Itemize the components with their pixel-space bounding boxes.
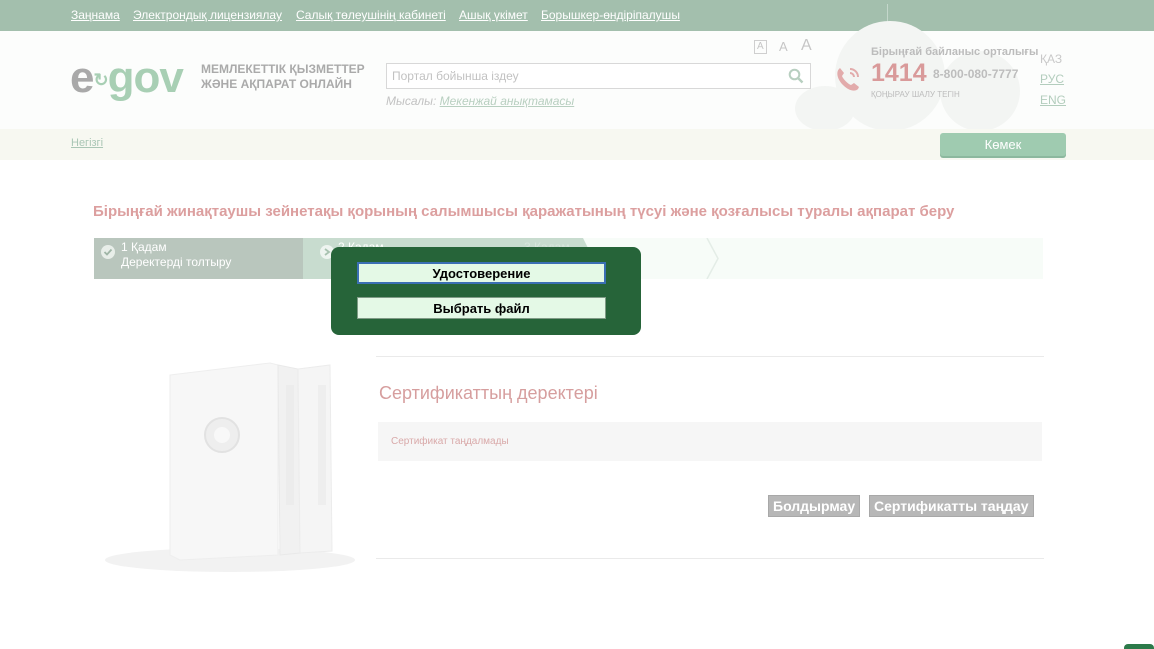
nav-link-open-government[interactable]: Ашық үкімет [459,8,528,22]
phone-short-number[interactable]: 1414 [871,59,927,88]
lang-eng[interactable]: ENG [1040,93,1066,107]
nav-link-e-licensing[interactable]: Электрондық лицензиялау [133,8,282,22]
logo-gov: gov [107,53,184,102]
step-1: 1 Қадам Деректерді толтыру [94,238,303,279]
tagline-line-1: МЕМЛЕКЕТТІК ҚЫЗМЕТТЕР [201,62,365,76]
search-box [386,63,811,89]
lang-rus[interactable]: РУС [1040,72,1064,86]
nav-link-taxpayer-cabinet[interactable]: Салық төлеушінің кабинеті [296,8,446,22]
certificate-data-title: Сертификаттың деректері [379,383,598,403]
breadcrumb-home[interactable]: Негізгі [71,137,103,149]
logo-e: e [70,53,95,102]
tagline-line-2: ЖӘНЕ АҚПАРАТ ОНЛАЙН [201,77,352,91]
folder-illustration [100,355,370,585]
step-chevron-icon [706,237,720,284]
page-title: Бірыңғай жинақтаушы зейнетақы қорының са… [93,203,955,220]
search-example: Мысалы: Мекенжай анықтамасы [386,94,574,108]
help-button[interactable]: Көмек [940,133,1066,156]
certificate-status-box: Сертификат таңдалмады [378,422,1042,461]
step-1-number: 1 Қадам [121,240,167,254]
certificate-status-text: Сертификат таңдалмады [391,436,509,447]
select-certificate-button[interactable]: Сертификатты таңдау [869,495,1034,517]
lang-kaz[interactable]: ҚАЗ [1040,52,1062,66]
step-1-label: Деректерді толтыру [121,255,232,269]
breadcrumb-bar: Негізгі Көмек [0,129,1154,160]
nav-link-legislation[interactable]: Заңнама [71,8,120,22]
phone-free-note: ҚОҢЫРАУ ШАЛУ ТЕГІН [871,90,960,99]
check-icon [101,245,115,264]
search-input[interactable] [387,64,787,88]
search-icon[interactable] [788,68,804,89]
phone-long-number[interactable]: 8-800-080-7777 [933,67,1018,81]
logo-arrow-icon: ↻ [93,70,108,90]
font-size-small[interactable]: A [754,40,767,54]
font-size-large[interactable]: A [801,37,812,55]
font-size-medium[interactable]: A [779,39,788,54]
divider-top [376,356,1044,357]
feedback-tab[interactable] [1124,644,1154,649]
cancel-button[interactable]: Болдырмау [768,495,861,517]
example-label: Мысалы: [386,94,437,108]
contact-center-title: Бірыңғай байланыс орталығы [871,46,1039,58]
site-header: e↻gov МЕМЛЕКЕТТІК ҚЫЗМЕТТЕР ЖӘНЕ АҚПАРАТ… [0,21,1154,131]
certificate-source-dialog: Удостоверение Выбрать файл [331,247,641,335]
site-tagline: МЕМЛЕКЕТТІК ҚЫЗМЕТТЕР ЖӘНЕ АҚПАРАТ ОНЛАЙ… [201,62,381,92]
nav-link-debtor[interactable]: Борышкер-өндіріпалушы [541,8,680,22]
choose-file-option-button[interactable]: Выбрать файл [357,297,606,319]
top-navigation: Заңнама Электрондық лицензиялау Салық тө… [0,0,1154,31]
divider-bottom [376,558,1044,559]
example-link[interactable]: Мекенжай анықтамасы [440,94,575,108]
step-1-text: 1 Қадам Деректерді толтыру [121,240,231,270]
id-card-option-button[interactable]: Удостоверение [357,262,606,284]
egov-logo[interactable]: e↻gov [70,53,184,111]
phone-icon [832,63,864,100]
